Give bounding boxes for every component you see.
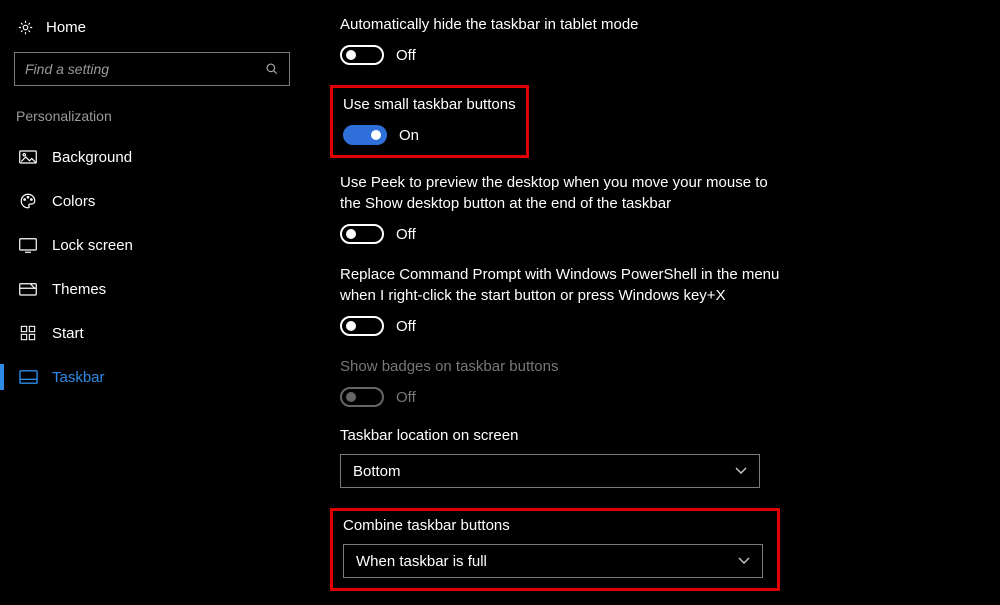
toggle-state: Off — [396, 389, 416, 406]
setting-badges: Show badges on taskbar buttons Off — [340, 356, 980, 407]
taskbar-icon — [18, 368, 38, 386]
setting-powershell: Replace Command Prompt with Windows Powe… — [340, 264, 980, 336]
lock-screen-icon — [18, 236, 38, 254]
sidebar-item-label: Themes — [52, 281, 106, 298]
select-taskbar-location[interactable]: Bottom — [340, 454, 760, 488]
highlight-combine-buttons: Combine taskbar buttons When taskbar is … — [330, 508, 780, 591]
setting-use-peek: Use Peek to preview the desktop when you… — [340, 172, 980, 244]
select-combine-buttons[interactable]: When taskbar is full — [343, 544, 763, 578]
image-icon — [18, 148, 38, 166]
start-icon — [18, 324, 38, 342]
sidebar-item-label: Colors — [52, 193, 95, 210]
search-input-container[interactable] — [14, 52, 290, 86]
setting-label: Use small taskbar buttons — [343, 94, 516, 115]
chevron-down-icon — [735, 467, 747, 475]
toggle-powershell[interactable] — [340, 316, 384, 336]
setting-label: Show badges on taskbar buttons — [340, 356, 780, 377]
home-link[interactable]: Home — [14, 14, 286, 46]
palette-icon — [18, 192, 38, 210]
gear-icon — [16, 18, 34, 36]
select-label: Combine taskbar buttons — [343, 517, 767, 534]
sidebar-item-taskbar[interactable]: Taskbar — [14, 358, 286, 396]
themes-icon — [18, 280, 38, 298]
sidebar-item-label: Start — [52, 325, 84, 342]
toggle-state: Off — [396, 226, 416, 243]
sidebar-item-label: Background — [52, 149, 132, 166]
sidebar-item-label: Lock screen — [52, 237, 133, 254]
toggle-state: On — [399, 127, 419, 144]
sidebar-item-label: Taskbar — [52, 369, 105, 386]
sidebar-item-colors[interactable]: Colors — [14, 182, 286, 220]
setting-label: Automatically hide the taskbar in tablet… — [340, 14, 780, 35]
select-label: Taskbar location on screen — [340, 427, 980, 444]
toggle-small-buttons[interactable] — [343, 125, 387, 145]
select-value: Bottom — [353, 463, 401, 480]
setting-label: Replace Command Prompt with Windows Powe… — [340, 264, 780, 306]
sidebar-item-start[interactable]: Start — [14, 314, 286, 352]
chevron-down-icon — [738, 557, 750, 565]
sidebar-item-background[interactable]: Background — [14, 138, 286, 176]
toggle-state: Off — [396, 318, 416, 335]
sidebar-item-themes[interactable]: Themes — [14, 270, 286, 308]
toggle-auto-hide-tablet[interactable] — [340, 45, 384, 65]
setting-label: Use Peek to preview the desktop when you… — [340, 172, 780, 214]
sidebar-item-lock-screen[interactable]: Lock screen — [14, 226, 286, 264]
setting-auto-hide-tablet: Automatically hide the taskbar in tablet… — [340, 14, 980, 65]
search-input[interactable] — [25, 61, 255, 77]
select-value: When taskbar is full — [356, 553, 487, 570]
settings-panel: Automatically hide the taskbar in tablet… — [340, 14, 980, 605]
highlight-small-buttons: Use small taskbar buttons On — [330, 85, 529, 158]
setting-taskbar-location: Taskbar location on screen Bottom — [340, 427, 980, 488]
toggle-state: Off — [396, 47, 416, 64]
toggle-badges — [340, 387, 384, 407]
home-label: Home — [46, 19, 86, 36]
toggle-use-peek[interactable] — [340, 224, 384, 244]
category-label: Personalization — [14, 108, 286, 124]
sidebar: Home Personalization Background Colors — [0, 0, 300, 402]
search-icon — [265, 62, 279, 76]
